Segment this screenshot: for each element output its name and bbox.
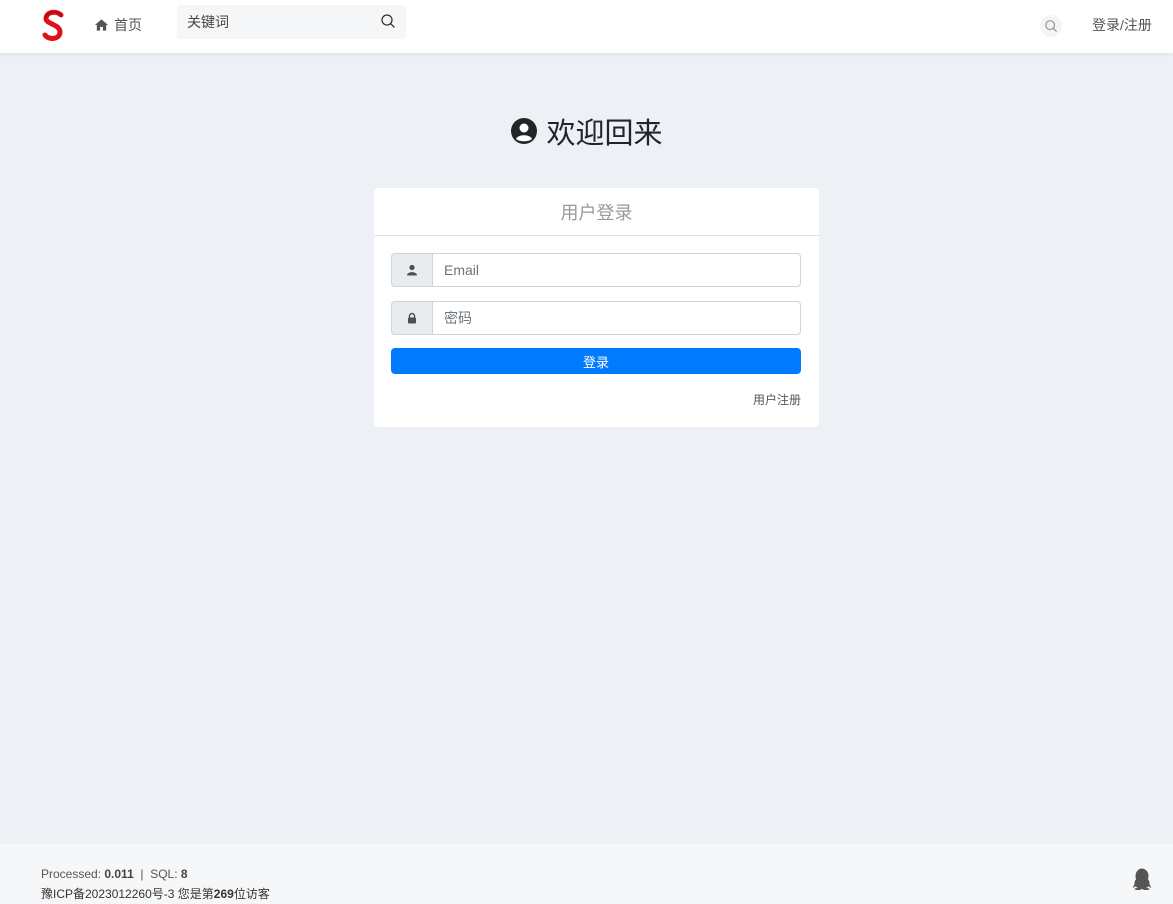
welcome-heading: 欢迎回来: [0, 110, 1173, 152]
qq-penguin-icon[interactable]: [1132, 868, 1152, 890]
search-icon: [1045, 20, 1057, 32]
sql-value: 8: [180, 867, 188, 881]
register-link[interactable]: 用户注册: [753, 391, 801, 408]
login-button[interactable]: 登录: [391, 348, 801, 374]
top-navbar: 首页 登录/注册: [0, 0, 1173, 53]
home-icon: [94, 19, 109, 31]
processed-label: Processed:: [41, 867, 102, 881]
email-input-group: [391, 253, 801, 287]
processed-value: 0.011: [104, 867, 134, 881]
search-input[interactable]: [177, 5, 377, 39]
password-addon: [391, 301, 432, 335]
stats-separator: |: [140, 867, 144, 881]
nav-home-link[interactable]: 首页: [94, 15, 142, 35]
footer: Processed: 0.011 | SQL: 8 豫ICP备202301226…: [0, 844, 1173, 904]
card-title: 用户登录: [374, 188, 819, 236]
footer-icp-line: 豫ICP备2023012260号-3 您是第269位访客: [41, 885, 270, 902]
password-field[interactable]: [432, 301, 801, 335]
login-register-link[interactable]: 登录/注册: [1092, 15, 1152, 35]
sql-label: SQL:: [150, 867, 178, 881]
user-icon: [407, 264, 417, 276]
nav-home-label: 首页: [114, 17, 142, 33]
user-circle-icon: [511, 118, 538, 144]
email-field[interactable]: [432, 253, 801, 287]
password-input-group: [391, 301, 801, 335]
login-card: 用户登录 登录 用户注册: [374, 188, 819, 427]
footer-stats: Processed: 0.011 | SQL: 8: [41, 867, 188, 881]
mobile-search-button[interactable]: [1040, 15, 1062, 37]
welcome-title: 欢迎回来: [546, 118, 663, 150]
lock-icon: [408, 312, 416, 324]
visitor-suffix: 位访客: [233, 887, 270, 901]
site-logo[interactable]: [41, 9, 67, 43]
icp-link[interactable]: 豫ICP备2023012260号-3: [41, 887, 174, 901]
search-icon[interactable]: [380, 13, 396, 29]
search-box: [177, 5, 406, 39]
visitor-prefix: 您是第: [177, 887, 214, 901]
email-addon: [391, 253, 432, 287]
visitor-count: 269: [213, 887, 234, 901]
